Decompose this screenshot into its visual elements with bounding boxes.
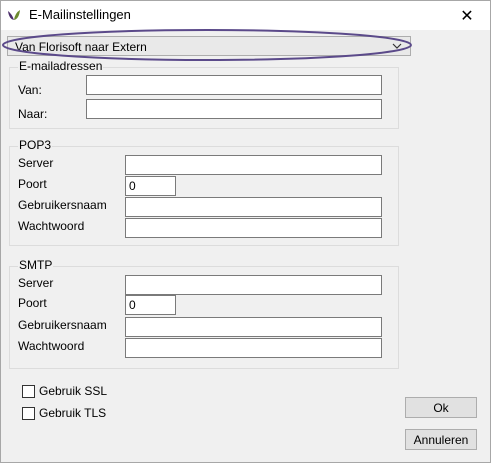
smtp-port-field[interactable] [125,295,176,315]
close-icon: ✕ [460,7,474,25]
ok-button[interactable]: Ok [405,397,477,418]
smtp-server-field[interactable] [125,275,382,295]
pop3-group-title: POP3 [18,138,53,152]
smtp-username-field[interactable] [125,317,382,337]
pop3-server-field[interactable] [125,155,382,175]
pop3-port-label: Poort [18,177,47,191]
cancel-button[interactable]: Annuleren [405,429,477,450]
smtp-password-field[interactable] [125,338,382,358]
pop3-username-label: Gebruikersnaam [18,198,107,212]
smtp-server-label: Server [18,276,54,290]
title-bar: E-Mailinstellingen ✕ [1,1,490,30]
window-title: E-Mailinstellingen [29,7,131,22]
use-tls-label[interactable]: Gebruik TLS [39,406,106,420]
app-logo-icon [8,10,20,20]
direction-select[interactable]: Van Florisoft naar Extern [7,36,411,56]
use-tls-checkbox[interactable] [22,407,35,420]
smtp-password-label: Wachtwoord [18,339,85,353]
pop3-password-label: Wachtwoord [18,219,85,233]
email-addresses-group-title: E-mailadressen [18,59,104,73]
smtp-username-label: Gebruikersnaam [18,318,107,332]
use-ssl-label[interactable]: Gebruik SSL [39,384,107,398]
email-settings-dialog: E-Mailinstellingen ✕ Van Florisoft naar … [0,0,491,463]
use-ssl-checkbox[interactable] [22,385,35,398]
from-label: Van: [18,83,42,97]
pop3-port-field[interactable] [125,176,176,196]
from-email-field[interactable] [86,75,382,95]
pop3-server-label: Server [18,156,54,170]
pop3-username-field[interactable] [125,197,382,217]
smtp-group-title: SMTP [18,258,54,272]
chevron-down-icon [392,43,402,49]
to-label: Naar: [18,107,48,121]
direction-select-value: Van Florisoft naar Extern [15,40,147,54]
close-button[interactable]: ✕ [444,1,490,30]
pop3-password-field[interactable] [125,218,382,238]
to-email-field[interactable] [86,99,382,119]
smtp-port-label: Poort [18,296,47,310]
